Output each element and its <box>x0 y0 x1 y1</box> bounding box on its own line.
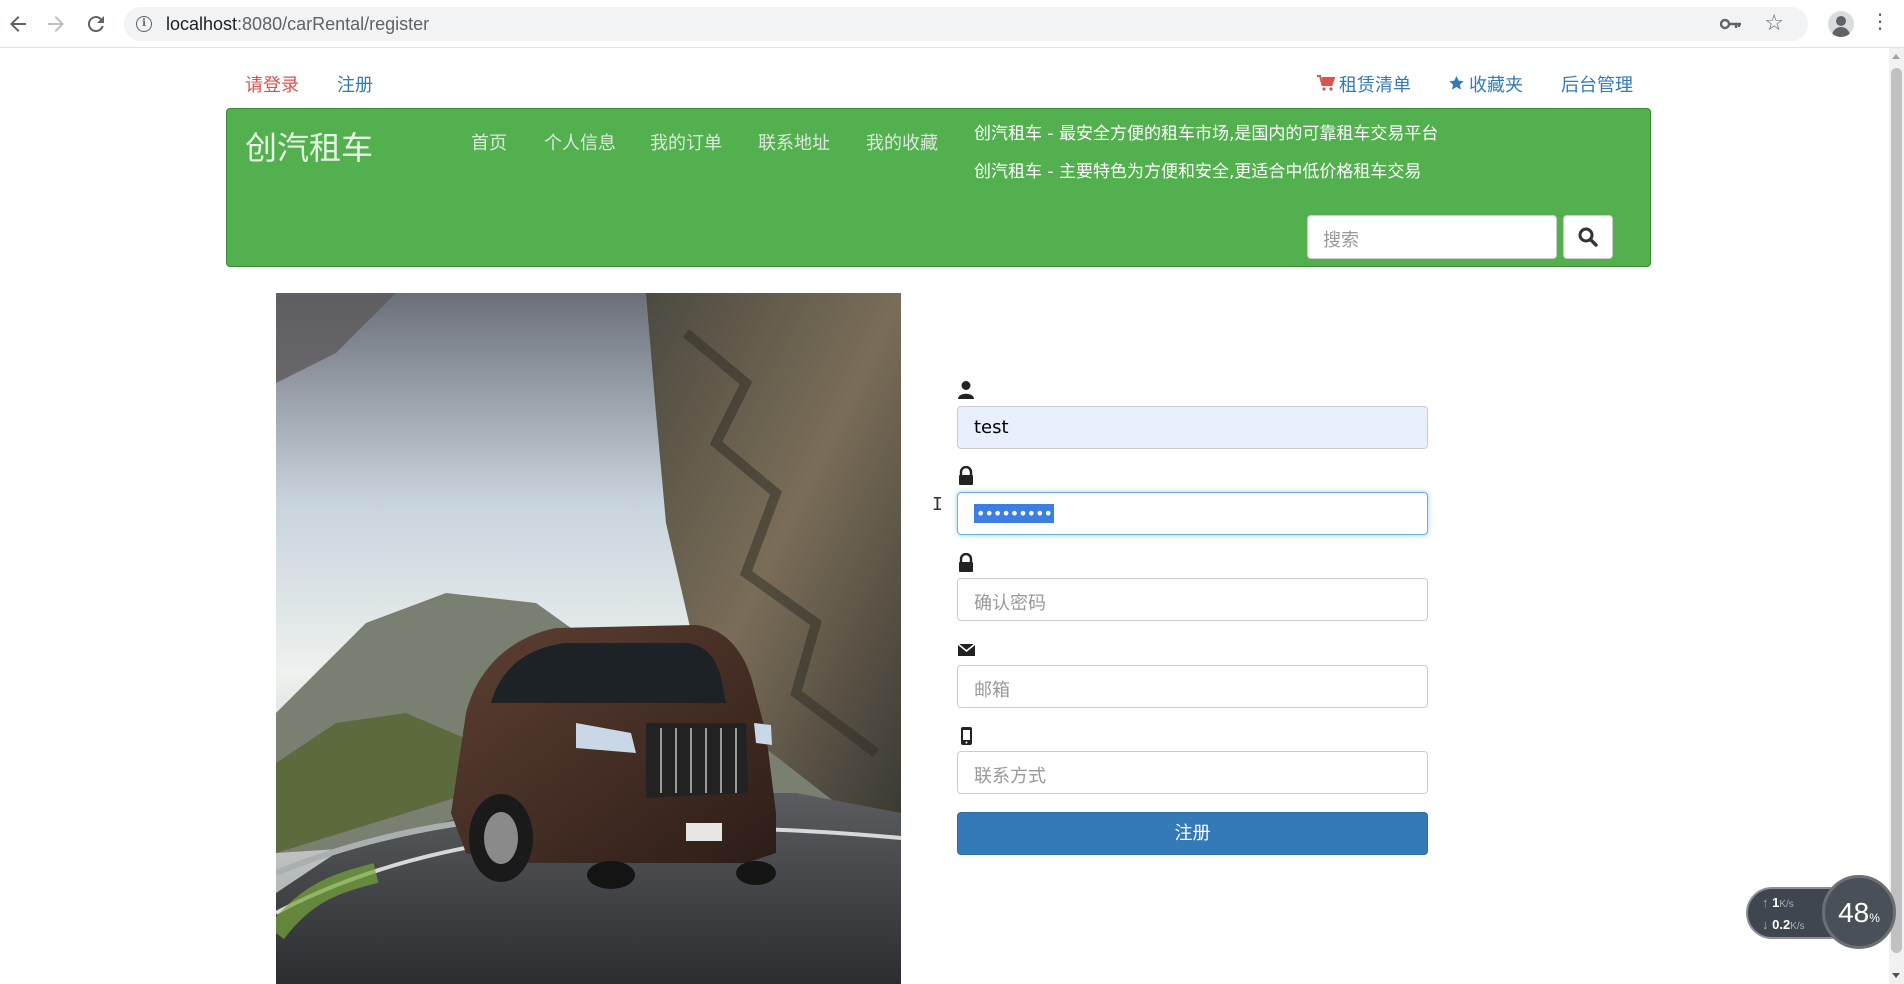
key-icon[interactable] <box>1719 16 1742 36</box>
site-header: 创汽租车 首页 个人信息 我的订单 联系地址 我的收藏 创汽租车 - 最安全方便… <box>226 108 1651 267</box>
tagline-2: 创汽租车 - 主要特色为方便和安全,更适合中低价格租车交易 <box>974 162 1422 182</box>
usage-percent: 48 <box>1838 897 1870 928</box>
upload-unit: K/s <box>1779 899 1794 910</box>
nav-item-favorites[interactable]: 我的收藏 <box>866 129 938 155</box>
password-selected-text: ••••••••• <box>974 504 1054 523</box>
url-host: localhost <box>166 14 238 34</box>
download-arrow-icon: ↓ <box>1762 917 1769 932</box>
password-field[interactable]: ••••••••• <box>957 492 1428 535</box>
lock-icon <box>957 465 977 486</box>
search-input[interactable]: 搜索 <box>1307 215 1557 259</box>
site-info-icon[interactable]: i <box>136 16 152 32</box>
admin-link[interactable]: 后台管理 <box>1561 71 1633 97</box>
email-field[interactable]: 邮箱 <box>957 665 1428 708</box>
upload-speed: ↑ 1K/s <box>1762 895 1794 910</box>
brand-logo-text[interactable]: 创汽租车 <box>245 123 373 169</box>
lock-icon <box>957 552 977 573</box>
scroll-up-arrow-icon[interactable] <box>1892 54 1900 59</box>
download-value: 0.2 <box>1772 917 1791 932</box>
nav-item-profile[interactable]: 个人信息 <box>544 129 616 155</box>
upload-arrow-icon: ↑ <box>1762 895 1769 910</box>
search-icon <box>1578 227 1598 251</box>
page-scrollbar[interactable] <box>1889 48 1904 984</box>
url-text[interactable]: localhost:8080/carRental/register <box>166 14 429 35</box>
profile-avatar-icon[interactable] <box>1828 11 1854 37</box>
browser-toolbar: i localhost:8080/carRental/register ☆ · ·… <box>0 0 1904 48</box>
url-path: :8080/carRental/register <box>237 14 430 34</box>
favorites-link[interactable]: 收藏夹 <box>1448 71 1523 97</box>
download-unit: K/s <box>1790 921 1805 932</box>
car-hero-image <box>276 293 901 984</box>
register-link[interactable]: 注册 <box>337 71 373 97</box>
forward-arrow-icon[interactable] <box>44 12 68 36</box>
download-speed: ↓ 0.2K/s <box>1762 917 1805 932</box>
text-cursor-icon: I <box>932 494 943 515</box>
shopping-cart-icon <box>1317 75 1336 96</box>
envelope-icon <box>957 640 977 660</box>
scrollbar-thumb[interactable] <box>1891 68 1902 953</box>
star-icon <box>1448 75 1465 96</box>
rental-list-label: 租赁清单 <box>1339 75 1411 96</box>
memory-usage-circle[interactable]: 48% <box>1822 875 1896 949</box>
network-speed-widget[interactable]: ↑ 1K/s ↓ 0.2K/s 48% <box>1746 875 1896 951</box>
username-field[interactable]: test <box>957 406 1428 449</box>
browser-menu-icon[interactable]: · · · <box>1876 5 1884 39</box>
mobile-phone-icon <box>957 726 977 746</box>
reload-icon[interactable] <box>84 12 108 36</box>
register-submit-button[interactable]: 注册 <box>957 812 1428 855</box>
tagline-1: 创汽租车 - 最安全方便的租车市场,是国内的可靠租车交易平台 <box>974 124 1439 144</box>
nav-item-address[interactable]: 联系地址 <box>758 129 830 155</box>
confirm-password-field[interactable]: 确认密码 <box>957 578 1428 621</box>
scroll-down-arrow-icon[interactable] <box>1892 973 1900 978</box>
back-arrow-icon[interactable] <box>6 12 30 36</box>
search-button[interactable] <box>1563 215 1613 259</box>
address-bar[interactable]: i localhost:8080/carRental/register ☆ <box>124 7 1808 41</box>
nav-item-home[interactable]: 首页 <box>471 129 507 155</box>
bookmark-star-icon[interactable]: ☆ <box>1764 11 1784 36</box>
login-link[interactable]: 请登录 <box>245 71 299 97</box>
favorites-label: 收藏夹 <box>1469 75 1523 96</box>
rental-list-link[interactable]: 租赁清单 <box>1317 71 1411 97</box>
nav-item-orders[interactable]: 我的订单 <box>650 129 722 155</box>
contact-field[interactable]: 联系方式 <box>957 751 1428 794</box>
user-icon <box>957 380 977 400</box>
usage-percent-sign: % <box>1869 911 1880 925</box>
